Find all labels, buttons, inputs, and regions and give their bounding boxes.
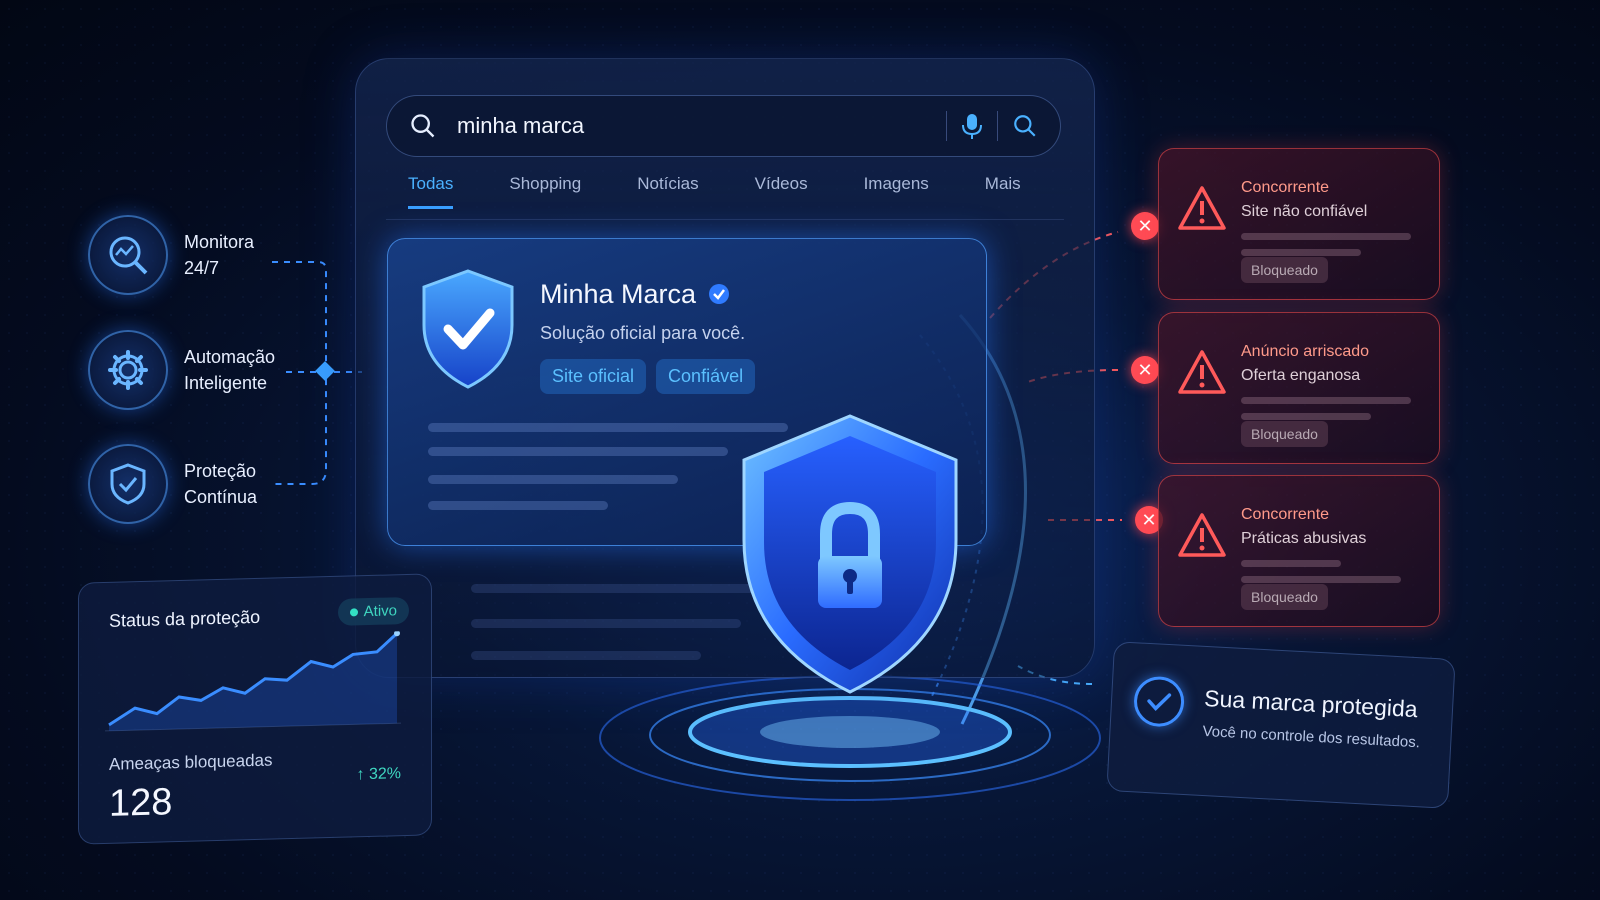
brand-protected-card: Sua marca protegida Você no controle dos… — [1106, 641, 1456, 809]
protected-title: Sua marca protegida — [1203, 684, 1419, 723]
feature-automation: Automação Inteligente — [88, 330, 275, 410]
shield-check-icon — [110, 463, 146, 505]
tabs-divider — [386, 219, 1064, 220]
tab-noticias[interactable]: Notícias — [637, 174, 698, 209]
check-icon — [1147, 693, 1172, 711]
protection-status-card: Status da proteção Ativo Ameaças bloquea… — [78, 573, 432, 845]
search-submit-icon[interactable] — [1012, 113, 1038, 139]
placeholder-line — [1241, 576, 1401, 583]
result-title[interactable]: Minha Marca — [540, 279, 696, 310]
shield-check-icon — [422, 269, 514, 389]
warning-icon — [1178, 350, 1226, 394]
status-title: Status da proteção — [109, 606, 261, 631]
placeholder-line — [471, 584, 771, 593]
divider — [997, 111, 998, 141]
threat-subtitle: Oferta enganosa — [1241, 367, 1361, 384]
status-dot — [349, 608, 358, 617]
search-tabs: Todas Shopping Notícias Vídeos Imagens M… — [408, 174, 1077, 209]
gear-icon — [108, 350, 148, 390]
check-circle-icon — [1132, 675, 1186, 728]
tab-imagens[interactable]: Imagens — [864, 174, 929, 209]
tab-shopping[interactable]: Shopping — [509, 174, 581, 209]
warning-icon — [1178, 513, 1226, 557]
threats-count: 128 — [109, 781, 173, 825]
threat-card[interactable]: Anúncio arriscado Oferta enganosa Bloque… — [1158, 312, 1440, 464]
badge-trusted: Confiável — [656, 359, 756, 394]
threat-title: Concorrente — [1241, 179, 1330, 196]
placeholder-line — [471, 651, 701, 660]
warning-icon — [1178, 186, 1226, 230]
search-bar[interactable]: minha marca — [386, 95, 1061, 157]
tab-videos[interactable]: Vídeos — [755, 174, 808, 209]
threats-change: ↑ 32% — [356, 765, 401, 784]
status-badge: Ativo — [337, 596, 409, 626]
search-chart-icon — [109, 236, 148, 275]
placeholder-line — [428, 447, 728, 456]
block-icon: ✕ — [1131, 356, 1159, 384]
search-icon — [411, 114, 435, 138]
verified-icon — [709, 284, 729, 304]
feature-icon-circle — [88, 215, 168, 295]
blocked-badge: Bloqueado — [1241, 257, 1328, 283]
tab-mais[interactable]: Mais — [985, 174, 1021, 209]
placeholder-line — [1241, 397, 1411, 404]
feature-label: Proteção Contínua — [184, 461, 258, 507]
status-trend-chart — [105, 631, 401, 732]
result-description: Solução oficial para você. — [540, 323, 746, 343]
blocked-badge: Bloqueado — [1241, 421, 1328, 447]
search-input[interactable]: minha marca — [457, 113, 932, 139]
placeholder-line — [1241, 413, 1371, 420]
tab-todas[interactable]: Todas — [408, 174, 454, 209]
placeholder-line — [1241, 249, 1361, 256]
threat-card[interactable]: Concorrente Práticas abusivas Bloqueado — [1158, 475, 1440, 627]
threat-subtitle: Práticas abusivas — [1241, 530, 1367, 547]
placeholder-line — [428, 475, 678, 484]
blocked-badge: Bloqueado — [1241, 584, 1328, 610]
lock-shield-icon — [742, 414, 958, 694]
status-state: Ativo — [363, 602, 397, 621]
result-badges: Site oficial Confiável — [540, 359, 756, 394]
feature-icon-circle — [88, 330, 168, 410]
threat-subtitle: Site não confiável — [1241, 203, 1368, 220]
feature-icon-circle — [88, 444, 168, 524]
placeholder-line — [428, 501, 608, 510]
placeholder-line — [1241, 233, 1411, 240]
feature-label: Monitora 24/7 — [184, 232, 255, 278]
divider — [946, 111, 947, 141]
placeholder-line — [1241, 560, 1341, 567]
protected-subtitle: Você no controle dos resultados. — [1202, 722, 1421, 752]
feature-protection: Proteção Contínua — [88, 444, 257, 524]
threat-title: Anúncio arriscado — [1241, 343, 1370, 360]
threats-label: Ameaças bloqueadas — [109, 750, 273, 774]
feature-label: Automação Inteligente — [184, 347, 276, 393]
threat-card[interactable]: Concorrente Site não confiável Bloqueado — [1158, 148, 1440, 300]
badge-official: Site oficial — [540, 359, 647, 394]
block-icon: ✕ — [1131, 212, 1159, 240]
microphone-icon[interactable] — [961, 112, 983, 140]
placeholder-line — [471, 619, 741, 628]
feature-monitoring: Monitora 24/7 — [88, 215, 254, 295]
threat-title: Concorrente — [1241, 506, 1330, 523]
